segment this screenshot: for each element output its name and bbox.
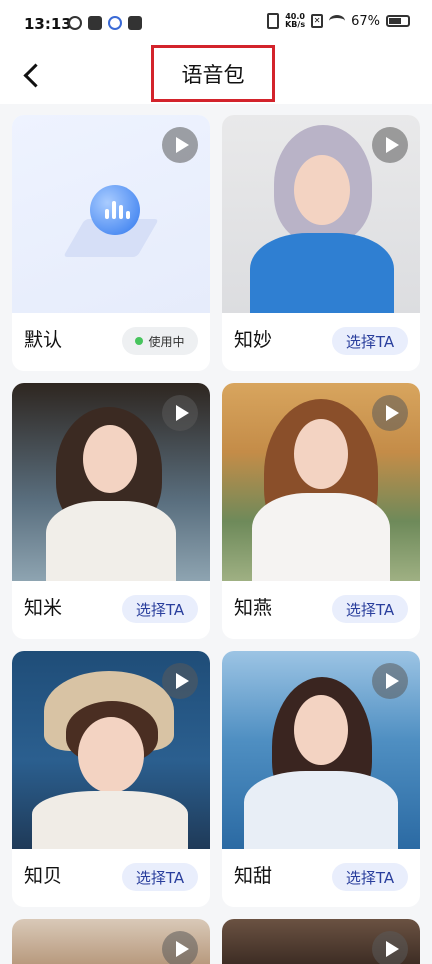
play-icon[interactable] [372,931,408,964]
play-icon[interactable] [162,395,198,431]
nav-bar: 语音包 [0,45,432,104]
voice-card-zhimiao[interactable]: 知妙 选择TA [222,115,420,371]
voice-name: 知燕 [234,597,273,619]
play-icon[interactable] [162,663,198,699]
tiktok-icon [88,16,102,30]
select-voice-button[interactable]: 选择TA [332,595,408,623]
page-title-box: 语音包 [151,45,275,102]
status-right: 40.0 KB/s ✕ 67% [267,13,410,29]
battery-percent: 67% [351,13,380,29]
ring-icon [68,16,82,30]
in-use-badge: 使用中 [122,327,198,355]
app-notification-icon [108,16,122,30]
notification-icons [68,16,142,30]
play-icon[interactable] [372,395,408,431]
net-speed-unit: KB/s [285,20,306,29]
voice-card-zhitian[interactable]: 知甜 选择TA [222,651,420,907]
status-bar: 13:13 40.0 KB/s ✕ 67% [0,0,432,48]
page-title: 语音包 [181,62,245,87]
back-arrow-icon[interactable] [18,62,46,90]
vibrate-icon [267,13,280,29]
voice-name: 知贝 [24,865,63,887]
no-sim-icon: ✕ [311,14,324,28]
select-voice-button[interactable]: 选择TA [332,863,408,891]
voice-name: 知妙 [234,329,273,351]
voice-card-zhimi[interactable]: 知米 选择TA [12,383,210,639]
play-icon[interactable] [372,663,408,699]
voice-name: 知米 [24,597,63,619]
play-icon[interactable] [162,931,198,964]
status-time: 13:13 [24,15,72,33]
voice-card-default[interactable]: 默认 使用中 [12,115,210,371]
voice-card-zhibei[interactable]: 知贝 选择TA [12,651,210,907]
voice-name: 默认 [24,329,63,351]
play-icon[interactable] [372,127,408,163]
in-use-label: 使用中 [148,334,185,349]
net-speed: 40.0 KB/s [285,13,305,29]
select-voice-button[interactable]: 选择TA [122,863,198,891]
in-use-dot-icon [135,337,144,345]
wifi-icon [329,15,346,27]
voice-name: 知甜 [234,865,273,887]
select-voice-button[interactable]: 选择TA [332,327,408,355]
message-icon [128,16,142,30]
voice-card-zhiyan[interactable]: 知燕 选择TA [222,383,420,639]
play-icon[interactable] [162,127,198,163]
select-voice-button[interactable]: 选择TA [122,595,198,623]
battery-icon [386,15,410,27]
voice-card-partial-right[interactable] [222,919,420,964]
voice-card-partial-left[interactable] [12,919,210,964]
